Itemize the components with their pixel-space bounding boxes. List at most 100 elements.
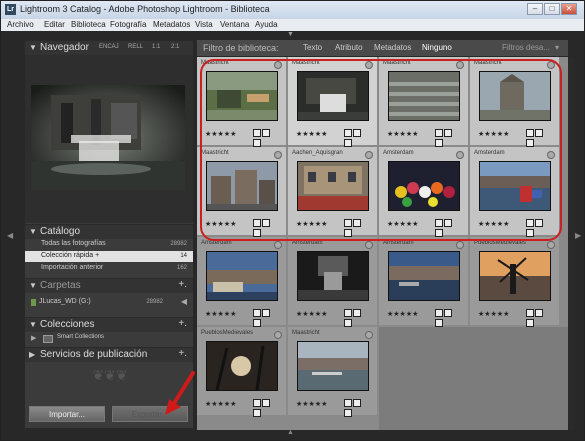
catalog-row-quick-collection[interactable]: Colección rápida + 14 <box>25 251 193 262</box>
menu-archivo[interactable]: Archivo <box>7 20 34 29</box>
menu-bar: Archivo Editar Biblioteca Fotografía Met… <box>1 19 584 31</box>
thumbnail-image <box>297 341 369 391</box>
import-button[interactable]: Importar... <box>29 406 105 422</box>
collapse-icon: ▼ <box>29 227 37 236</box>
thumbnail-cell[interactable]: Amsterdam ★★★★★ <box>288 237 377 327</box>
folders-title: Carpetas <box>40 280 81 291</box>
thumbnail-cell[interactable]: PueblosMedievales ★★★★★ <box>470 237 559 327</box>
navigator-preview-image[interactable] <box>31 85 185 190</box>
folders-header[interactable]: ▼ Carpetas +. <box>25 278 193 293</box>
thumbnail-image <box>206 251 278 301</box>
publish-services-title: Servicios de publicación <box>40 349 148 360</box>
catalog-header[interactable]: ▼ Catálogo <box>25 224 193 239</box>
collapse-icon: ▼ <box>29 43 37 52</box>
selection-dot-icon[interactable] <box>547 241 555 249</box>
thumbnail-badges <box>525 309 551 327</box>
grid-empty-area <box>379 327 568 430</box>
thumbnail-cell[interactable]: PueblosMedievales ★★★★★ <box>197 327 286 417</box>
star-rating[interactable]: ★★★★★ <box>387 310 418 318</box>
zoom-fill-option[interactable]: RELL <box>128 44 143 50</box>
filter-tab-metadata[interactable]: Metadatos <box>374 43 411 52</box>
left-panel-toggle-icon[interactable]: ◀ <box>7 231 13 240</box>
selection-dot-icon[interactable] <box>365 241 373 249</box>
zoom-fit-option[interactable]: ENCAJ <box>99 44 119 50</box>
filmstrip-toggle-icon[interactable]: ▲ <box>287 429 294 436</box>
catalog-row-all-photos[interactable]: Todas las fotografías 28982 <box>25 239 193 250</box>
catalog-row-label: Importación anterior <box>41 264 104 271</box>
menu-metadatos[interactable]: Metadatos <box>153 20 190 29</box>
zoom-2-1-option[interactable]: 2:1 <box>171 44 179 50</box>
zoom-1-1-option[interactable]: 1:1 <box>152 44 160 50</box>
add-collection-icon[interactable]: +. <box>178 318 187 329</box>
star-rating[interactable]: ★★★★★ <box>296 400 327 408</box>
thumbnail-cell[interactable]: Maastricht ★★★★★ <box>288 327 377 417</box>
library-filter-bar: Filtro de biblioteca: Texto Atributo Met… <box>197 40 568 56</box>
catalog-row-count: 28982 <box>170 241 187 247</box>
add-folder-icon[interactable]: +. <box>178 279 187 290</box>
filter-tab-text[interactable]: Texto <box>303 43 322 52</box>
add-publish-service-icon[interactable]: +. <box>178 348 187 359</box>
filter-tab-none[interactable]: Ninguno <box>422 43 452 52</box>
red-arrow-icon <box>165 371 195 415</box>
right-panel-toggle-icon[interactable]: ▶ <box>575 231 581 240</box>
selection-dot-icon[interactable] <box>274 331 282 339</box>
drive-icon <box>31 299 36 306</box>
publish-services-header[interactable]: ▶ Servicios de publicación +. <box>25 347 193 362</box>
thumbnail-badges <box>434 309 460 327</box>
star-rating[interactable]: ★★★★★ <box>205 310 236 318</box>
catalog-title: Catálogo <box>40 226 81 237</box>
collections-header[interactable]: ▼ Colecciones +. <box>25 317 193 332</box>
collection-item-smart-collections[interactable]: ▶ Smart Collections <box>25 333 193 344</box>
menu-biblioteca[interactable]: Biblioteca <box>71 20 106 29</box>
filter-preset-dropdown[interactable]: Filtros desa... <box>502 43 550 52</box>
star-rating[interactable]: ★★★★★ <box>205 400 236 408</box>
thumbnail-badges <box>252 309 278 327</box>
navigator-title: Navegador <box>40 42 89 53</box>
navigator-area <box>25 55 193 223</box>
collections-title: Colecciones <box>40 319 95 330</box>
menu-editar[interactable]: Editar <box>44 20 65 29</box>
catalog-row-label: Todas las fotografías <box>41 240 106 247</box>
drive-count: 28982 <box>146 299 163 305</box>
top-panel-toggle-icon[interactable]: ▼ <box>287 31 294 38</box>
selection-dot-icon[interactable] <box>365 331 373 339</box>
filter-label: Filtro de biblioteca: <box>203 43 279 53</box>
grid-scrollbar[interactable] <box>568 57 574 430</box>
catalog-row-previous-import[interactable]: Importación anterior 162 <box>25 263 193 274</box>
menu-ventana[interactable]: Ventana <box>220 20 249 29</box>
catalog-row-label: Colección rápida + <box>41 252 100 259</box>
thumbnail-image <box>206 341 278 391</box>
thumbnail-cell[interactable]: Amsterdam ★★★★★ <box>197 237 286 327</box>
thumbnail-location: PueblosMedievales <box>201 330 254 336</box>
thumbnail-badges <box>343 399 369 417</box>
close-button[interactable]: ✕ <box>561 3 577 15</box>
navigator-header[interactable]: ▼ Navegador ENCAJ RELL 1:1 2:1 <box>25 40 193 55</box>
thumbnail-image <box>479 251 551 301</box>
collapse-icon: ▼ <box>29 281 37 290</box>
window-title: Lightroom 3 Catalog - Adobe Photoshop Li… <box>20 4 270 14</box>
star-rating[interactable]: ★★★★★ <box>296 310 327 318</box>
menu-ayuda[interactable]: Ayuda <box>255 20 278 29</box>
collapse-icon: ▼ <box>29 320 37 329</box>
thumbnail-cell[interactable]: Amsterdam ★★★★★ <box>379 237 468 327</box>
menu-fotografia[interactable]: Fotografía <box>110 20 146 29</box>
maximize-button[interactable]: □ <box>544 3 560 15</box>
star-rating[interactable]: ★★★★★ <box>478 310 509 318</box>
selection-dot-icon[interactable] <box>274 241 282 249</box>
lightroom-window: Lr Lightroom 3 Catalog - Adobe Photoshop… <box>0 0 585 441</box>
filter-tab-attribute[interactable]: Atributo <box>335 43 363 52</box>
menu-vista[interactable]: Vista <box>195 20 213 29</box>
lightroom-app-icon: Lr <box>5 4 16 15</box>
selection-dot-icon[interactable] <box>456 241 464 249</box>
panel-end-ornament-icon: ❦❦❦ <box>92 367 128 383</box>
drive-row[interactable]: JLucas_WD (G:) 28982 ◀ <box>25 296 193 309</box>
expand-icon: ▶ <box>29 350 36 359</box>
title-bar: Lr Lightroom 3 Catalog - Adobe Photoshop… <box>1 1 584 19</box>
drive-label: JLucas_WD (G:) <box>39 298 91 305</box>
thumbnail-location: Maastricht <box>292 330 320 336</box>
waterfall-photo <box>31 85 185 190</box>
minimize-button[interactable]: – <box>527 3 543 15</box>
chevron-down-icon[interactable]: ▾ <box>555 43 559 52</box>
drive-collapse-icon[interactable]: ◀ <box>181 297 187 306</box>
selection-highlight-box <box>200 59 562 241</box>
